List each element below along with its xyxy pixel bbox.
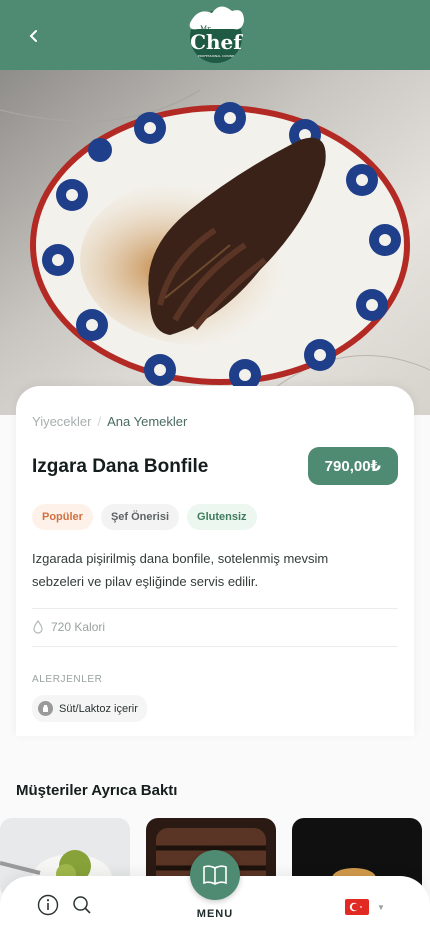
logo-text-small: Mr. — [200, 25, 212, 33]
product-detail-card: Yiyecekler / Ana Yemekler Izgara Dana Bo… — [16, 386, 414, 736]
back-button[interactable] — [20, 22, 48, 50]
product-image — [0, 70, 430, 415]
brand-logo[interactable]: Chef Mr. PROFESSIONAL CUISINE — [176, 5, 250, 65]
also-viewed-title: Müşteriler Ayrıca Baktı — [16, 782, 178, 799]
chevron-left-icon — [29, 30, 37, 42]
tag-popular: Popüler — [32, 504, 93, 530]
menu-button[interactable] — [190, 850, 240, 900]
milk-icon — [38, 701, 53, 716]
tag-chef-recommendation: Şef Önerisi — [100, 504, 180, 530]
divider — [32, 608, 398, 609]
divider — [32, 646, 398, 647]
allergen-label: Süt/Laktoz içerir — [59, 702, 138, 715]
logo-text: Chef — [190, 30, 243, 54]
calories-value: 720 Kalori — [51, 620, 106, 634]
tag-list: Popüler Şef Önerisi Glutensiz — [32, 504, 257, 530]
flame-icon — [33, 620, 43, 634]
logo-tagline: PROFESSIONAL CUISINE — [198, 54, 234, 58]
breadcrumb: Yiyecekler / Ana Yemekler — [32, 414, 187, 429]
breadcrumb-separator: / — [97, 414, 102, 429]
calories: 720 Kalori — [32, 620, 105, 634]
price-badge: 790,00₺ — [307, 447, 398, 485]
product-description: Izgarada pişirilmiş dana bonfile, sotele… — [32, 551, 329, 589]
product-title: Izgara Dana Bonfile — [32, 456, 209, 477]
language-selector[interactable]: ▼ — [345, 899, 385, 915]
breadcrumb-current[interactable]: Ana Yemekler — [107, 414, 187, 429]
book-icon — [203, 865, 227, 885]
chevron-down-icon: ▼ — [377, 902, 385, 912]
tag-gluten-free: Glutensiz — [187, 504, 257, 530]
allergen-chip: Süt/Laktoz içerir — [32, 695, 147, 722]
allergens-title: ALERJENLER — [32, 674, 103, 685]
breadcrumb-parent[interactable]: Yiyecekler — [32, 414, 91, 429]
top-bar: Chef Mr. PROFESSIONAL CUISINE — [0, 0, 430, 70]
flag-icon — [345, 899, 369, 915]
